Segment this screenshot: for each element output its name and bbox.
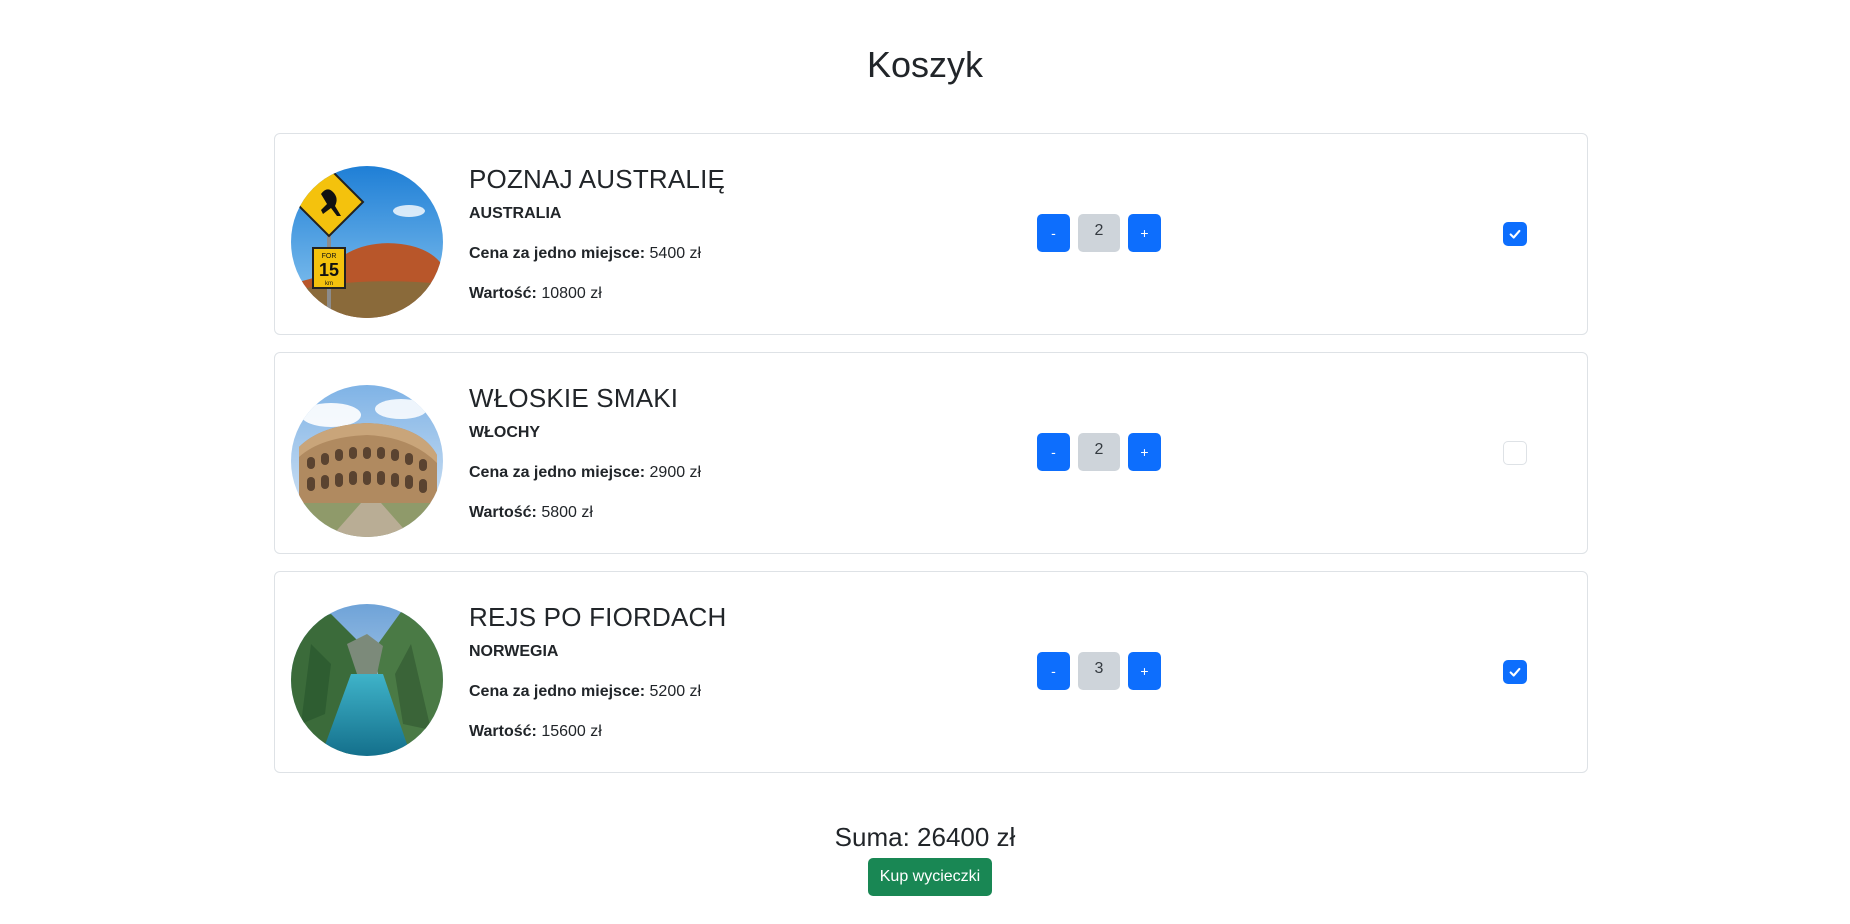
- trip-price: Cena za jedno miejsce: 5200 zł: [469, 682, 726, 702]
- quantity-value: 2: [1078, 433, 1120, 471]
- select-checkbox[interactable]: [1503, 441, 1527, 465]
- quantity-stepper: - 2 +: [1037, 214, 1161, 252]
- svg-text:FOR: FOR: [322, 253, 337, 260]
- svg-text:km: km: [325, 281, 333, 287]
- quantity-value: 3: [1078, 652, 1120, 690]
- value-label: Wartość:: [469, 504, 537, 521]
- value-amount: 15600 zł: [541, 723, 602, 740]
- svg-text:15: 15: [319, 260, 339, 280]
- trip-name: POZNAJ AUSTRALIĘ: [469, 164, 726, 194]
- fjord-photo: [291, 604, 443, 756]
- quantity-stepper: - 2 +: [1037, 433, 1161, 471]
- trip-info: REJS PO FIORDACH NORWEGIA Cena za jedno …: [469, 600, 726, 742]
- trip-name: WŁOSKIE SMAKI: [469, 383, 679, 413]
- trip-image-italy: [291, 385, 443, 537]
- cart-page: Koszyk FOR 15 km POZNAJ AUSTRALIĘ AUSTRA…: [0, 0, 1850, 924]
- price-value: 2900 zł: [649, 464, 702, 481]
- value-amount: 5800 zł: [541, 504, 593, 521]
- page-title: Koszyk: [866, 44, 984, 85]
- decrease-button[interactable]: -: [1037, 214, 1070, 252]
- quantity-stepper: - 3 +: [1037, 652, 1161, 690]
- trip-country: NORWEGIA: [469, 643, 559, 660]
- trip-image-australia: FOR 15 km: [291, 166, 443, 318]
- value-label: Wartość:: [469, 285, 537, 302]
- select-checkbox[interactable]: [1503, 222, 1527, 246]
- increase-button[interactable]: +: [1128, 433, 1161, 471]
- checkmark-icon: [1509, 667, 1521, 677]
- increase-button[interactable]: +: [1128, 214, 1161, 252]
- cart-list: FOR 15 km POZNAJ AUSTRALIĘ AUSTRALIA Cen…: [274, 133, 1588, 790]
- trip-value: Wartość: 10800 zł: [469, 284, 725, 304]
- australia-kangaroo-sign-photo: FOR 15 km: [291, 166, 443, 318]
- trip-value: Wartość: 15600 zł: [469, 722, 726, 742]
- decrease-button[interactable]: -: [1037, 433, 1070, 471]
- price-value: 5200 zł: [649, 683, 702, 700]
- trip-name: REJS PO FIORDACH: [469, 602, 727, 632]
- price-label: Cena za jedno miejsce:: [469, 683, 646, 700]
- buy-trips-button[interactable]: Kup wycieczki: [868, 858, 992, 896]
- select-checkbox[interactable]: [1503, 660, 1527, 684]
- increase-button[interactable]: +: [1128, 652, 1161, 690]
- colosseum-photo: [291, 385, 443, 537]
- checkmark-icon: [1509, 229, 1521, 239]
- price-label: Cena za jedno miejsce:: [469, 464, 646, 481]
- cart-item: REJS PO FIORDACH NORWEGIA Cena za jedno …: [274, 571, 1588, 773]
- cart-item: FOR 15 km POZNAJ AUSTRALIĘ AUSTRALIA Cen…: [274, 133, 1588, 335]
- trip-info: WŁOSKIE SMAKI WŁOCHY Cena za jedno miejs…: [469, 381, 701, 523]
- quantity-value: 2: [1078, 214, 1120, 252]
- price-label: Cena za jedno miejsce:: [469, 245, 646, 262]
- trip-price: Cena za jedno miejsce: 2900 zł: [469, 463, 701, 483]
- trip-info: POZNAJ AUSTRALIĘ AUSTRALIA Cena za jedno…: [469, 162, 725, 304]
- value-label: Wartość:: [469, 723, 537, 740]
- trip-country: WŁOCHY: [469, 424, 541, 441]
- decrease-button[interactable]: -: [1037, 652, 1070, 690]
- trip-image-norway: [291, 604, 443, 756]
- value-amount: 10800 zł: [541, 285, 602, 302]
- cart-total: Suma: 26400 zł: [834, 822, 1016, 852]
- price-value: 5400 zł: [649, 245, 702, 262]
- trip-price: Cena za jedno miejsce: 5400 zł: [469, 244, 725, 264]
- cart-item: WŁOSKIE SMAKI WŁOCHY Cena za jedno miejs…: [274, 352, 1588, 554]
- trip-country: AUSTRALIA: [469, 205, 562, 222]
- trip-value: Wartość: 5800 zł: [469, 503, 701, 523]
